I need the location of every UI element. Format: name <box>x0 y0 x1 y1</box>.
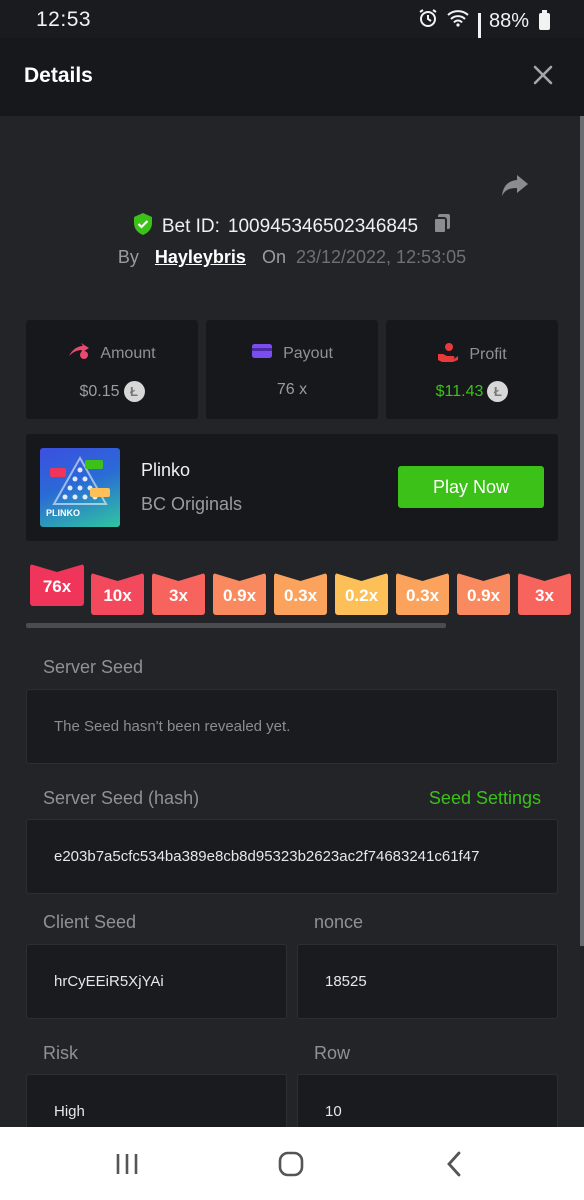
bettor-username-link[interactable]: Hayleybris <box>155 247 246 268</box>
multiplier-box: 0.9x <box>457 573 510 615</box>
server-seed-field: The Seed hasn't been revealed yet. <box>26 689 558 764</box>
ltc-coin-icon: Ł <box>123 381 145 402</box>
game-provider: BC Originals <box>141 494 243 514</box>
home-icon[interactable] <box>276 1149 306 1179</box>
server-seed-hash-field[interactable]: e203b7a5cfc534ba389e8cb8d95323b2623ac2f7… <box>26 819 558 894</box>
bet-meta-row: By Hayleybris On 23/12/2022, 12:53:05 <box>0 247 584 268</box>
seed-settings-link[interactable]: Seed Settings <box>429 788 541 809</box>
by-label: By <box>117 247 139 267</box>
profit-label: Profit <box>469 345 507 363</box>
bet-datetime: 23/12/2022, 12:53:05 <box>295 247 467 267</box>
page-scrollbar[interactable] <box>580 116 584 946</box>
bet-id-value: 100945346502346845 <box>227 216 419 237</box>
payout-card-icon <box>251 342 273 365</box>
on-label: On <box>261 247 286 267</box>
multiplier-box: 10x <box>91 573 144 615</box>
page-title: Details <box>24 64 93 87</box>
server-seed-hash-label: Server Seed (hash) <box>43 788 200 808</box>
bet-id-label: Bet ID: <box>161 216 220 237</box>
multiplier-box: 0.3x <box>396 573 449 615</box>
alarm-icon <box>418 8 438 34</box>
amount-icon <box>68 342 90 365</box>
status-bar: 12:53 88% <box>0 0 584 57</box>
close-icon[interactable] <box>530 62 556 88</box>
game-name: Plinko <box>141 460 191 480</box>
row-field[interactable]: 10 <box>297 1074 558 1127</box>
share-icon[interactable] <box>498 168 532 202</box>
status-icons: 88% <box>418 8 550 57</box>
client-seed-field[interactable]: hrCyEEiR5XjYAi <box>26 944 287 1019</box>
nonce-label: nonce <box>314 912 364 932</box>
row-label: Row <box>314 1043 351 1063</box>
amount-card: Amount $0.15 Ł <box>26 320 198 419</box>
game-thumbnail[interactable]: PLINKO <box>40 448 120 527</box>
multiplier-box: 3x <box>152 573 205 615</box>
game-card: PLINKO Plinko BC Originals Play Now <box>26 434 558 541</box>
bet-id-row: Bet ID: 100945346502346845 <box>0 212 584 242</box>
server-seed-label: Server Seed <box>43 657 144 677</box>
amount-label: Amount <box>100 344 156 362</box>
details-content: Bet ID: 100945346502346845 By Hayleybris… <box>0 116 584 1127</box>
back-icon[interactable] <box>440 1149 470 1179</box>
recents-icon[interactable] <box>112 1149 142 1179</box>
profit-hand-icon <box>437 342 459 367</box>
nonce-field[interactable]: 18525 <box>297 944 558 1019</box>
payout-label: Payout <box>283 344 333 362</box>
ltc-coin-icon: Ł <box>487 381 509 402</box>
payout-card: Payout 76 x <box>206 320 378 419</box>
wifi-icon <box>446 9 470 33</box>
system-nav-bar <box>0 1127 584 1200</box>
battery-icon <box>539 9 550 30</box>
shield-check-icon <box>132 212 154 242</box>
payout-value: 76 x <box>276 381 308 398</box>
play-now-button[interactable]: Play Now <box>398 466 544 508</box>
profit-card: Profit $11.43 Ł <box>386 320 558 419</box>
multiplier-box: 0.3x <box>274 573 327 615</box>
multiplier-scrollbar[interactable] <box>26 623 446 628</box>
copy-icon[interactable] <box>432 213 452 241</box>
risk-field[interactable]: High <box>26 1074 287 1127</box>
status-time: 12:53 <box>36 8 92 31</box>
amount-value: $0.15 <box>79 382 120 400</box>
multiplier-box: 3x <box>518 573 571 615</box>
battery-text: 88% <box>488 9 529 32</box>
multiplier-box: 76x <box>30 564 84 606</box>
signal-icon <box>477 13 481 57</box>
game-thumb-label: PLINKO <box>46 508 81 518</box>
multiplier-box: 0.9x <box>213 573 266 615</box>
multiplier-box: 0.2x <box>335 573 388 615</box>
details-header: Details <box>0 38 584 116</box>
profit-value: $11.43 <box>435 382 484 400</box>
client-seed-label: Client Seed <box>43 912 137 932</box>
risk-label: Risk <box>43 1043 78 1063</box>
